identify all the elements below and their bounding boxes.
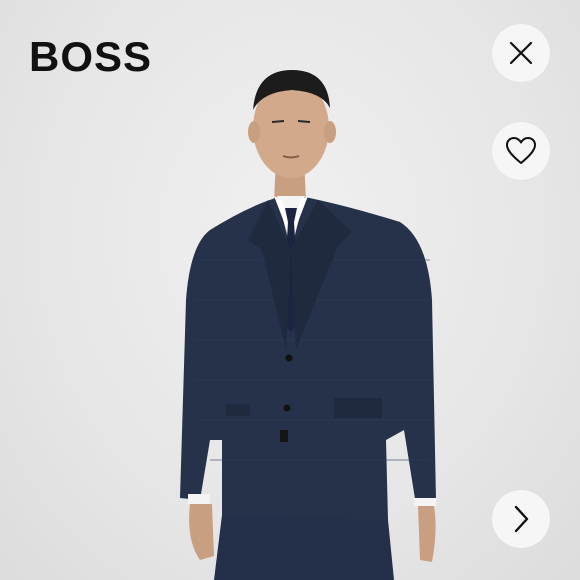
favorite-button[interactable] xyxy=(492,122,550,180)
heart-icon xyxy=(506,137,536,164)
close-icon xyxy=(509,41,533,65)
chevron-right-icon xyxy=(514,505,529,533)
next-image-button[interactable] xyxy=(492,490,550,548)
brand-logo: BOSS xyxy=(29,33,153,80)
product-image xyxy=(180,70,436,580)
close-button[interactable] xyxy=(492,24,550,82)
